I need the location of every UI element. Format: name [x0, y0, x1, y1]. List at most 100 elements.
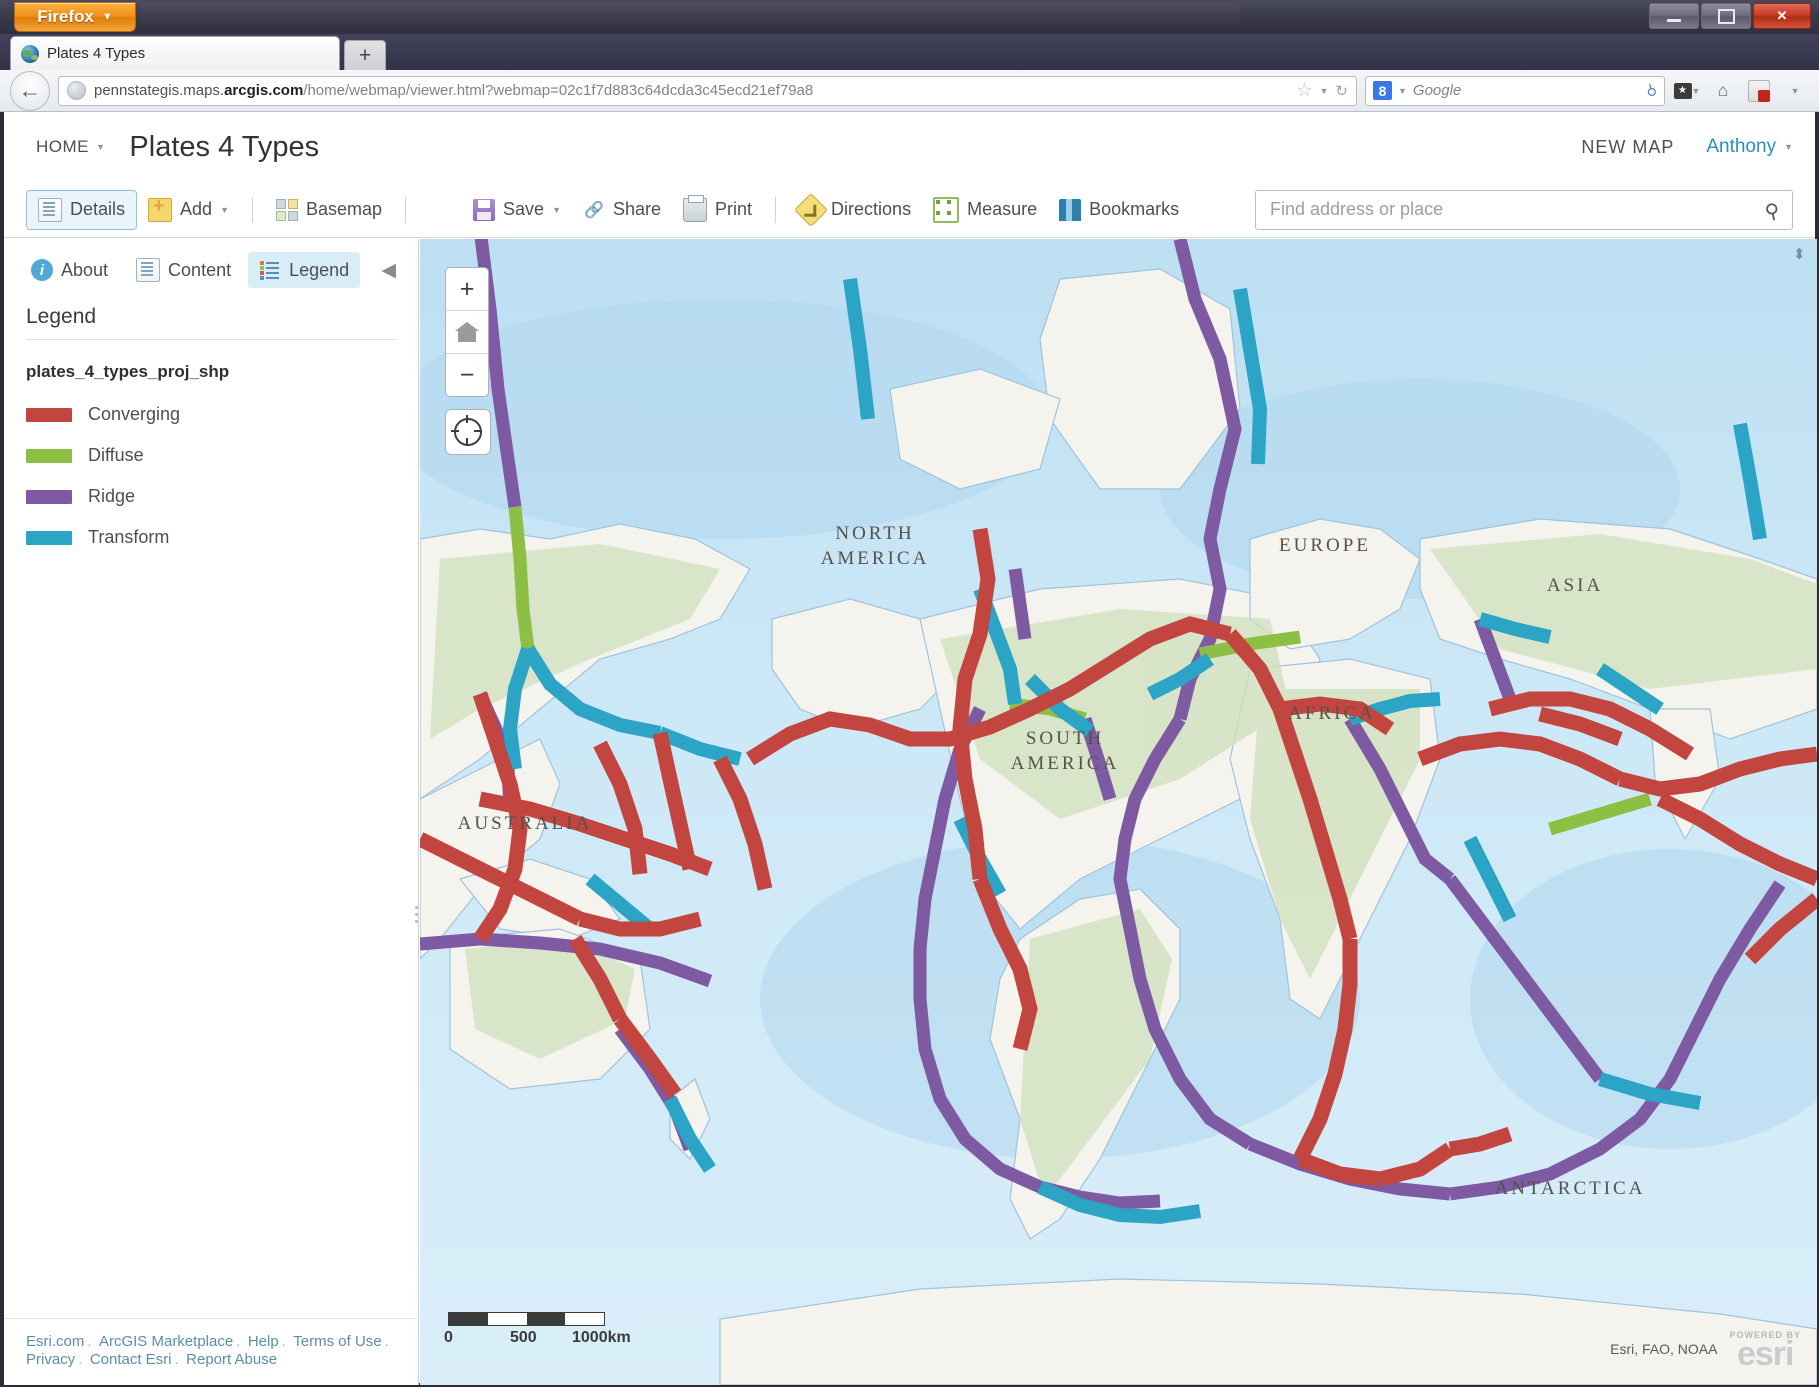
- map-label-africa: AFRICA: [1288, 703, 1376, 724]
- content-list-icon: [136, 258, 160, 282]
- header-actions: NEW MAP Anthony ▼: [1581, 136, 1793, 158]
- footer-separator: .: [172, 1351, 182, 1368]
- legend-item-label: Converging: [88, 404, 180, 425]
- measure-button[interactable]: Measure: [922, 190, 1048, 230]
- home-menu-button[interactable]: HOME ▼: [26, 131, 115, 163]
- legend-item-label: Diffuse: [88, 445, 144, 466]
- scalebar-bar: [448, 1312, 605, 1326]
- plus-icon: +: [460, 275, 475, 304]
- bookmark-list-icon: ★: [1674, 83, 1692, 99]
- footer-separator: .: [279, 1333, 289, 1350]
- bookmark-star-icon[interactable]: ☆: [1296, 80, 1312, 101]
- chevron-down-icon: ▼: [102, 11, 113, 23]
- directions-button[interactable]: Directions: [788, 191, 922, 229]
- search-icon[interactable]: ☌: [1641, 80, 1663, 102]
- tab-legend[interactable]: Legend: [248, 252, 360, 288]
- legend-swatch: [26, 531, 72, 545]
- chevron-down-icon: ▼: [1791, 86, 1800, 96]
- address-bar[interactable]: pennstategis.maps.arcgis.com/home/webmap…: [58, 76, 1357, 106]
- chevron-down-icon: ▼: [1692, 86, 1701, 96]
- address-bar-url: pennstategis.maps.arcgis.com/home/webmap…: [94, 82, 1288, 99]
- browser-tabstrip: Plates 4 Types +: [0, 34, 1819, 70]
- map-canvas[interactable]: NORTH AMERICA SOUTH AMERICA EUROPE ASIA …: [420, 239, 1817, 1385]
- legend-item-label: Ridge: [88, 486, 135, 507]
- home-icon: [455, 322, 479, 342]
- collapse-panel-button[interactable]: ◀: [381, 259, 402, 282]
- scalebar-label-end: 1000km: [572, 1329, 631, 1347]
- arcgis-map-viewer: HOME ▼ Plates 4 Types NEW MAP Anthony ▼ …: [2, 112, 1817, 1385]
- save-button[interactable]: Save ▼: [462, 192, 572, 228]
- window-restore-button[interactable]: [1701, 3, 1751, 29]
- firefox-menu-label: Firefox: [37, 7, 94, 27]
- footer-link-contact-esri[interactable]: Contact Esri: [90, 1351, 172, 1368]
- new-map-button[interactable]: NEW MAP: [1581, 137, 1674, 158]
- default-extent-button[interactable]: [446, 311, 488, 354]
- toolbar-divider: [405, 197, 406, 223]
- tab-legend-label: Legend: [289, 260, 349, 281]
- new-tab-button[interactable]: +: [344, 40, 386, 71]
- bookmarks-icon: [1059, 199, 1081, 221]
- browser-search-box[interactable]: 8 ▼ Google ☌: [1365, 76, 1665, 106]
- add-button[interactable]: Add ▼: [137, 191, 240, 229]
- basemap-icon: [276, 199, 298, 221]
- pdf-toolbar-button[interactable]: [1745, 77, 1773, 105]
- map-navigation-controls: + −: [445, 267, 489, 455]
- crosshair-icon: [454, 418, 482, 446]
- search-input[interactable]: [1255, 190, 1793, 230]
- legend-icon: [259, 259, 281, 281]
- overflow-menu-button[interactable]: ▼: [1781, 77, 1809, 105]
- bookmarks-menu-button[interactable]: ★ ▼: [1673, 77, 1701, 105]
- footer-link-report-abuse[interactable]: Report Abuse: [186, 1351, 277, 1368]
- zoom-out-button[interactable]: −: [446, 354, 488, 396]
- url-prefix: pennstategis.maps.: [94, 82, 224, 99]
- expand-map-icon[interactable]: ⬍: [1793, 245, 1809, 261]
- tab-content[interactable]: Content: [125, 251, 242, 289]
- map-toolbar: Details Add ▼ Basemap Save ▼ 🔗 Share: [4, 182, 1815, 238]
- browser-tab-plates-4-types[interactable]: Plates 4 Types: [10, 36, 340, 70]
- legend-item-diffuse: Diffuse: [26, 435, 396, 476]
- locate-button[interactable]: [445, 409, 491, 455]
- save-label: Save: [503, 199, 544, 220]
- tab-about[interactable]: i About: [20, 252, 119, 288]
- scalebar-label-mid: 500: [510, 1329, 537, 1347]
- print-button[interactable]: Print: [672, 191, 763, 229]
- window-minimize-button[interactable]: [1649, 3, 1699, 29]
- user-menu-button[interactable]: Anthony ▼: [1706, 136, 1793, 158]
- firefox-menu-button[interactable]: Firefox ▼: [14, 2, 136, 32]
- page-title: Plates 4 Types: [129, 131, 319, 164]
- basemap-button[interactable]: Basemap: [265, 192, 393, 228]
- panel-tabs: i About Content Legend ◀: [4, 239, 418, 289]
- attribution-text: Esri, FAO, NOAA: [1610, 1341, 1717, 1369]
- triangle-left-icon: ◀: [381, 260, 396, 281]
- legend-swatch: [26, 408, 72, 422]
- directions-icon: [794, 193, 828, 227]
- chevron-down-icon[interactable]: ▼: [1398, 86, 1407, 96]
- footer-link-arcgis-marketplace[interactable]: ArcGIS Marketplace: [99, 1333, 233, 1350]
- panel-heading: Legend: [4, 289, 418, 339]
- chevron-down-icon[interactable]: ▼: [1320, 86, 1329, 96]
- map-label-europe: EUROPE: [1279, 535, 1371, 556]
- footer-link-help[interactable]: Help: [248, 1333, 279, 1350]
- window-close-button[interactable]: ✕: [1753, 3, 1811, 29]
- add-label: Add: [180, 199, 212, 220]
- map-label-america-n: AMERICA: [821, 548, 930, 569]
- details-button[interactable]: Details: [26, 190, 137, 230]
- back-button[interactable]: ←: [10, 71, 50, 111]
- zoom-in-button[interactable]: +: [446, 268, 488, 311]
- home-menu-label: HOME: [36, 137, 89, 157]
- arrow-left-icon: ←: [19, 77, 42, 104]
- close-icon: ✕: [1777, 8, 1788, 24]
- legend-list: Converging Diffuse Ridge Transform: [4, 386, 418, 566]
- reload-icon[interactable]: ↻: [1335, 82, 1348, 100]
- details-icon: [38, 198, 62, 222]
- panel-resize-handle[interactable]: [413, 902, 420, 928]
- bookmarks-button[interactable]: Bookmarks: [1048, 192, 1190, 228]
- footer-link-privacy[interactable]: Privacy: [26, 1351, 75, 1368]
- measure-icon: [933, 197, 959, 223]
- home-button[interactable]: ⌂: [1709, 77, 1737, 105]
- footer-link-esri-com[interactable]: Esri.com: [26, 1333, 84, 1350]
- screenshot-root: Firefox ▼ ✕ Plates 4 Types + ← pennstate…: [0, 0, 1819, 1387]
- footer-link-terms-of-use[interactable]: Terms of Use: [293, 1333, 381, 1350]
- share-button[interactable]: 🔗 Share: [572, 192, 672, 228]
- map-label-asia: ASIA: [1547, 575, 1603, 596]
